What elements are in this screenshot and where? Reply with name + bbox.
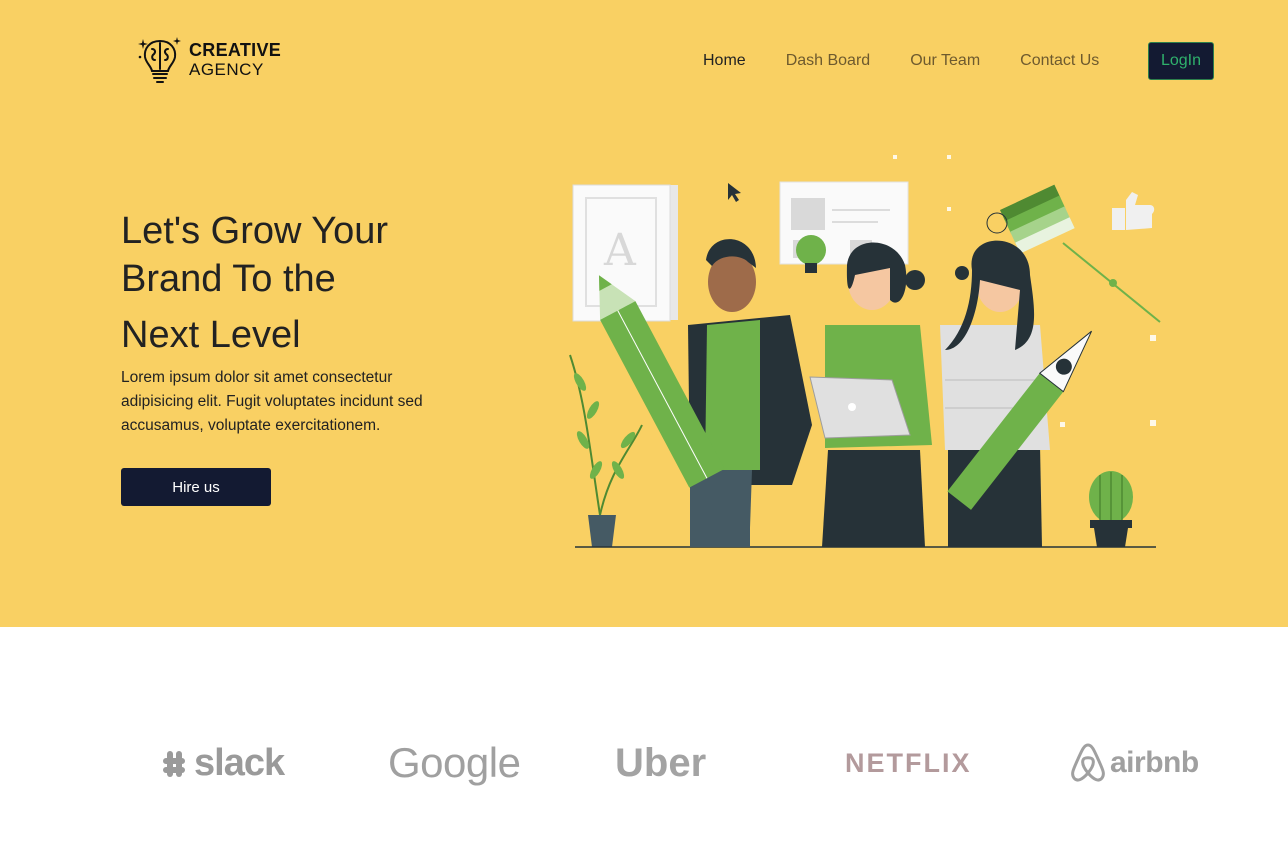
hero-title-line: Next Level — [121, 314, 301, 356]
nav-home[interactable]: Home — [703, 52, 746, 70]
client-name: Uber — [615, 740, 707, 785]
slack-logo — [163, 751, 185, 777]
login-button[interactable]: LogIn — [1148, 42, 1214, 80]
client-name: Google — [388, 739, 521, 786]
hero-title-line: Let's Grow Your — [121, 210, 389, 252]
client-name: slack — [194, 741, 285, 784]
client-logo-netflix: NETFLIX — [845, 738, 972, 788]
nav-our-team[interactable]: Our Team — [910, 52, 980, 70]
brand-name: CREATIVE AGENCY — [189, 40, 282, 80]
client-logo-google: Google — [388, 738, 521, 788]
brain-lightbulb-icon — [138, 37, 181, 83]
brand-logo[interactable]: CREATIVE AGENCY — [137, 35, 281, 85]
hero-title-line: Brand To the — [121, 258, 336, 300]
airbnb-logo — [1071, 743, 1105, 782]
brand-name-line2: AGENCY — [189, 60, 264, 79]
client-logo-slack: slack — [160, 738, 285, 788]
hero-description: Lorem ipsum dolor sit amet consectetur a… — [121, 369, 423, 434]
client-name: airbnb — [1110, 746, 1199, 779]
hire-us-button[interactable]: Hire us — [121, 468, 271, 506]
brand-name-line1: CREATIVE — [189, 40, 282, 60]
client-logo-uber: Uber — [615, 738, 706, 788]
client-logos: slack Google Uber NETFLIX airbnb — [0, 720, 1288, 810]
hero-section: CREATIVE AGENCY Home Dash Board Our Team… — [0, 0, 1288, 627]
svg-text:A: A — [603, 225, 637, 276]
nav-dashboard[interactable]: Dash Board — [786, 52, 871, 70]
client-name: NETFLIX — [845, 747, 972, 778]
main-nav: Home Dash Board Our Team Contact Us — [703, 52, 1099, 70]
hero-title: Let's Grow Your Brand To the Next Level — [121, 207, 481, 359]
client-logo-airbnb: airbnb — [1070, 738, 1199, 788]
nav-contact-us[interactable]: Contact Us — [1020, 52, 1099, 70]
team-illustration: A — [569, 155, 1161, 548]
